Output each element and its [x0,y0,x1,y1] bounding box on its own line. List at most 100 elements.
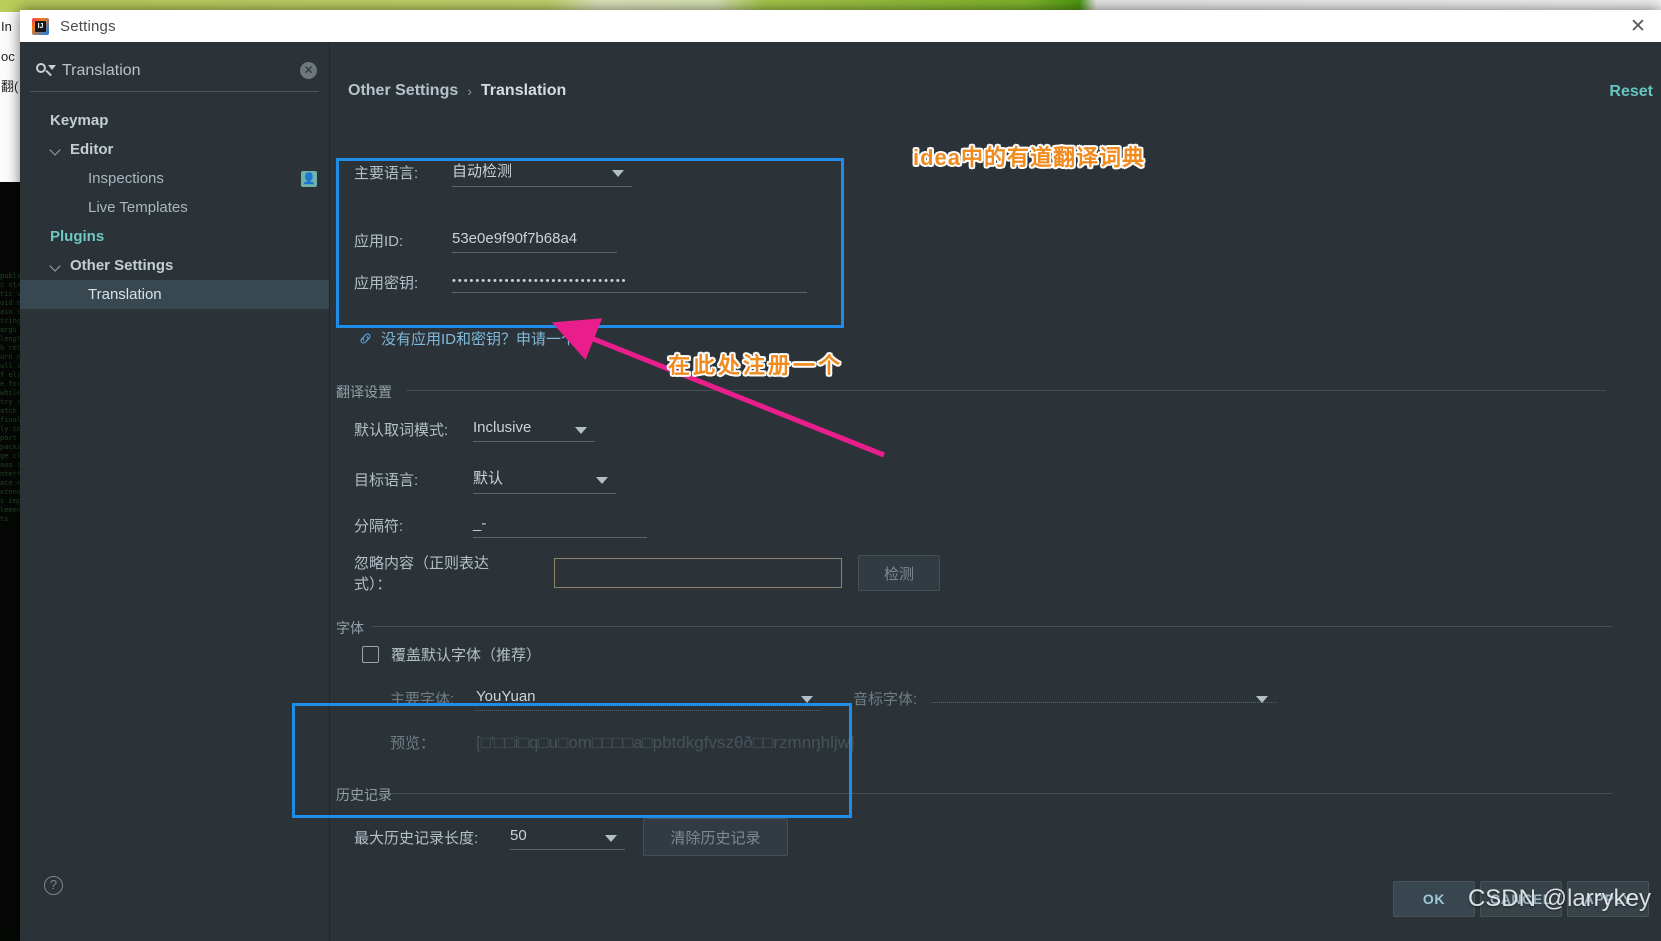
separator-row: 分隔符: _- [354,513,647,538]
phonetic-font-label: 音标字体: [853,691,918,708]
ok-button[interactable]: OK [1393,881,1475,917]
chevron-down-icon [612,170,624,177]
section-divider [406,390,1606,391]
sidebar-item-label: Inspections [88,170,164,187]
close-icon[interactable]: ✕ [1615,10,1661,42]
register-link-text: 没有应用ID和密钥？申请一个！ [381,331,592,348]
sidebar-item-label: Keymap [50,112,109,129]
link-icon [360,333,371,344]
separator-field[interactable]: _- [473,513,647,538]
target-language-row: 目标语言: 默认 [354,465,616,494]
settings-sidebar: ✕ Keymap Editor Inspections 👤 Live Templ… [20,42,330,941]
dialog-title: Settings [60,17,116,35]
app-id-value: 53e0e9f90f7b68a4 [452,230,578,247]
sidebar-item-keymap[interactable]: Keymap [20,106,329,135]
separator-value: _- [473,515,487,532]
history-length-select[interactable]: 50 [510,825,625,850]
chevron-down-icon [801,696,813,703]
primary-language-label: 主要语言: [354,165,419,182]
sidebar-item-other-settings[interactable]: Other Settings [20,251,329,280]
dialog-body: ✕ Keymap Editor Inspections 👤 Live Templ… [20,42,1661,941]
ignore-input[interactable] [554,558,842,588]
register-link-row[interactable]: 没有应用ID和密钥？申请一个！ [358,328,591,349]
clear-history-button[interactable]: 清除历史记录 [643,818,788,856]
sidebar-item-label: Live Templates [88,199,188,216]
sidebar-item-label: Plugins [50,228,105,245]
chevron-down-icon [575,427,587,434]
word-mode-value: Inclusive [473,419,532,436]
settings-content: Other Settings › Translation Reset 主要语言:… [330,42,1661,941]
target-language-value: 默认 [473,470,504,487]
help-question-icon[interactable]: ? [44,876,63,895]
ignore-row: 忽略内容（正则表达式）： 检测 [354,552,940,594]
background-left-tabs: In oc 翻( [0,12,22,182]
background-code-text: public static void main String args leng… [0,272,22,523]
check-button[interactable]: 检测 [858,555,940,591]
font-preview-label: 预览： [390,735,436,752]
app-secret-field[interactable]: •••••••••••••••••••••••••••••• [452,273,807,293]
sidebar-item-label: Editor [70,141,114,158]
primary-language-row: 主要语言: 自动检测 [354,158,632,187]
sidebar-item-label: Other Settings [70,257,174,274]
breadcrumb-root[interactable]: Other Settings [348,82,458,100]
font-settings-section-title: 字体 [336,620,364,636]
history-length-label: 最大历史记录长度: [354,829,479,847]
sidebar-item-label: Translation [88,286,162,303]
app-id-field[interactable]: 53e0e9f90f7b68a4 [452,228,617,253]
chevron-down-icon [50,260,62,272]
sidebar-item-translation[interactable]: Translation [20,280,329,309]
separator-label: 分隔符: [354,518,404,535]
sidebar-item-inspections[interactable]: Inspections 👤 [20,164,329,193]
reset-link[interactable]: Reset [1609,83,1653,101]
translate-settings-section-title: 翻译设置 [336,384,392,400]
app-secret-value: •••••••••••••••••••••••••••••• [452,274,628,287]
dialog-titlebar: Settings ✕ [20,10,1661,42]
sidebar-item-plugins[interactable]: Plugins [20,222,329,251]
app-secret-label: 应用密钥: [354,275,419,292]
chevron-down-icon [596,477,608,484]
primary-language-value: 自动检测 [452,163,513,180]
background-tab-0: In [1,19,12,34]
search-icon [34,60,56,82]
primary-language-select[interactable]: 自动检测 [452,158,632,187]
override-font-checkbox[interactable] [362,646,379,663]
background-editor-code: public static void main String args leng… [0,182,22,941]
intellij-idea-logo-icon [32,17,49,35]
profile-icon: 👤 [301,170,317,187]
background-tab-2: 翻( [1,79,19,94]
override-font-label: 覆盖默认字体（推荐） [391,647,542,664]
chevron-down-icon [1256,696,1268,703]
font-preview-row: 预览： [□'□□i□q□u□om□□□□a□pbtdkgfvszθð□□rzm… [390,732,855,753]
primary-font-value: YouYuan [476,688,536,705]
word-mode-row: 默认取词模式: Inclusive [354,417,595,442]
app-id-row: 应用ID: 53e0e9f90f7b68a4 [354,228,617,253]
settings-dialog: Settings ✕ ✕ Keymap Editor [20,10,1661,941]
primary-font-select[interactable]: YouYuan [476,686,821,711]
font-preview-value: [□'□□i□q□u□om□□□□a□pbtdkgfvszθð□□rzmnŋhl… [476,732,855,752]
history-length-value: 50 [510,826,527,844]
sidebar-item-editor[interactable]: Editor [20,135,329,164]
chevron-down-icon [50,144,62,156]
ignore-label: 忽略内容（正则表达式）： [354,555,490,593]
override-font-checkbox-row[interactable]: 覆盖默认字体（推荐） [362,644,541,665]
settings-nav-list: Keymap Editor Inspections 👤 Live Templat… [20,106,329,309]
annotation-title: idea中的有道翻译词典 [913,145,1146,170]
word-mode-select[interactable]: Inclusive [473,417,595,442]
breadcrumb: Other Settings › Translation [348,82,566,100]
sidebar-item-live-templates[interactable]: Live Templates [20,193,329,222]
annotation-register: 在此处注册一个 [668,353,844,378]
primary-font-label: 主要字体: [390,691,455,708]
clear-icon[interactable]: ✕ [300,62,317,79]
history-length-row: 最大历史记录长度: 50 清除历史记录 [354,818,788,856]
section-divider [372,626,1612,627]
search-input[interactable] [56,61,300,80]
search-row[interactable]: ✕ [30,50,319,92]
section-divider [392,793,1612,794]
word-mode-label: 默认取词模式: [354,422,449,439]
target-language-label: 目标语言: [354,472,419,489]
target-language-select[interactable]: 默认 [473,465,616,494]
breadcrumb-current: Translation [480,82,567,99]
phonetic-font-select[interactable] [931,695,1276,703]
primary-font-row: 主要字体: YouYuan 音标字体: [390,686,1276,711]
chevron-down-icon [605,834,617,842]
